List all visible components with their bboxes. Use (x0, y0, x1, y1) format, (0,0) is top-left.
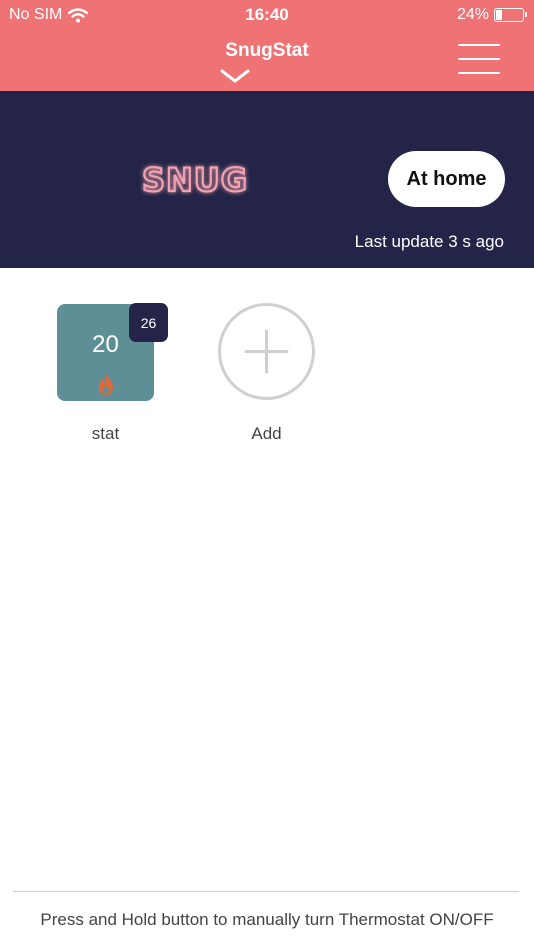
nav-title[interactable]: SnugStat (0, 40, 534, 62)
battery-icon (494, 8, 527, 22)
footer-hint: Press and Hold button to manually turn T… (40, 910, 494, 929)
at-home-button[interactable]: At home (388, 151, 505, 207)
svg-text:SNUG: SNUG (142, 161, 248, 199)
thermostat-name: stat (91, 424, 120, 443)
snug-logo: SNUG (141, 160, 248, 200)
hamburger-menu-icon[interactable] (458, 44, 500, 76)
add-device-button[interactable] (218, 303, 315, 400)
last-update-text: Last update 3 s ago (354, 232, 504, 251)
chevron-down-icon[interactable] (219, 68, 251, 84)
status-right: 24% (456, 6, 527, 24)
nav-bar: SnugStat (0, 30, 534, 91)
status-time: 16:40 (245, 5, 289, 24)
setpoint-badge: 26 (129, 303, 168, 342)
battery-percent: 24% (456, 6, 489, 23)
add-label: Add (251, 424, 282, 443)
status-bar: No SIM 16:40 24% (0, 0, 534, 30)
flame-icon (99, 373, 113, 395)
footer-divider (13, 891, 519, 892)
